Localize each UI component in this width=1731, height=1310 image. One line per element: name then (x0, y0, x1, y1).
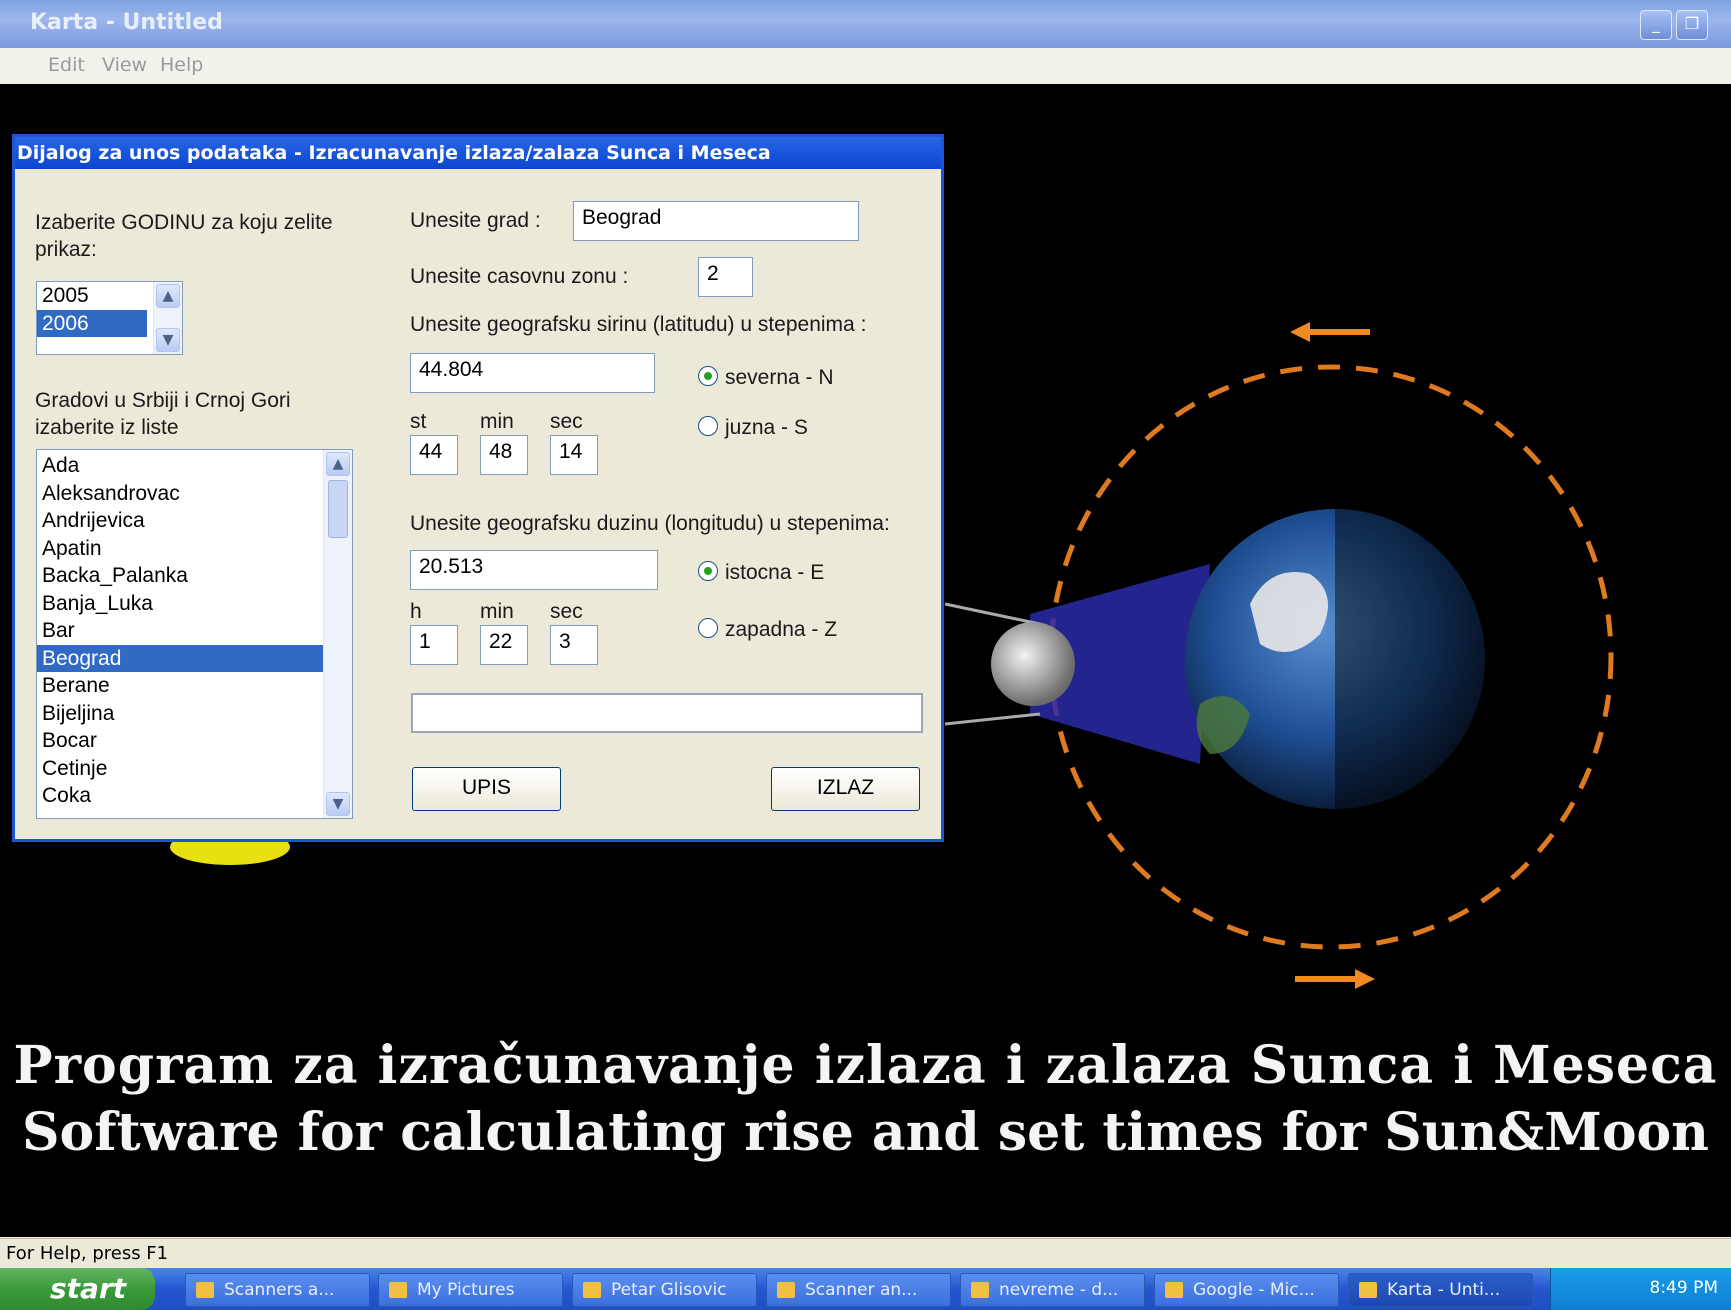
year-item-selected[interactable]: 2006 (37, 309, 147, 337)
task-button[interactable]: Google - Mic... (1154, 1273, 1339, 1307)
city-item-selected[interactable]: Beograd (37, 644, 323, 672)
scroll-thumb[interactable] (328, 480, 348, 538)
lon-sec-label: sec (550, 600, 583, 623)
lat-min-input[interactable]: 48 (480, 435, 528, 475)
orbit-arrow-bottom (1355, 969, 1375, 989)
city-item[interactable]: Bar (37, 617, 323, 645)
city-item[interactable]: Bocar (37, 727, 323, 755)
result-field[interactable] (411, 693, 923, 733)
city-item[interactable]: Banja_Luka (37, 590, 323, 618)
lat-deg-input[interactable]: 44 (410, 435, 458, 475)
window-title: Karta - Untitled (30, 10, 223, 35)
west-label: zapadna - Z (725, 618, 838, 641)
status-text: For Help, press F1 (6, 1243, 169, 1264)
menu-bar (0, 48, 1731, 85)
dialog-title: Dijalog za unos podataka - Izracunavanje… (17, 142, 771, 164)
radio-north[interactable] (698, 366, 718, 386)
browser-icon (1165, 1282, 1183, 1298)
menu-view[interactable]: View (102, 54, 147, 76)
city-item[interactable]: Backa_Palanka (37, 562, 323, 590)
caption-line-2: Software for calculating rise and set ti… (21, 1102, 1709, 1163)
folder-icon (583, 1282, 601, 1298)
clock: 8:49 PM (1649, 1278, 1719, 1298)
lon-min-input[interactable]: 22 (480, 625, 528, 665)
city-item[interactable]: Bijeljina (37, 700, 323, 728)
radio-east[interactable] (698, 561, 718, 581)
lon-h-label: h (410, 600, 422, 623)
scroll-down-icon[interactable]: ▼ (326, 792, 350, 816)
folder-icon (196, 1282, 214, 1298)
north-label: severna - N (725, 366, 834, 389)
radio-south[interactable] (698, 416, 718, 436)
minimize-button[interactable]: _ (1640, 10, 1672, 40)
menu-help[interactable]: Help (160, 54, 203, 76)
latitude-label: Unesite geografsku sirinu (latitudu) u s… (410, 313, 867, 336)
latitude-input[interactable]: 44.804 (410, 353, 655, 393)
east-label: istocna - E (725, 561, 825, 584)
upis-button[interactable]: UPIS (412, 767, 561, 811)
dialog-title-bar: Dijalog za unos podataka - Izracunavanje… (15, 137, 941, 169)
title-bar: Karta - Untitled _ ❐ (0, 0, 1731, 48)
city-item[interactable]: Ada (37, 452, 323, 480)
city-list-label: Gradovi u Srbiji i Crnoj Gori izaberite … (35, 389, 291, 439)
lon-min-label: min (480, 600, 514, 623)
timezone-label: Unesite casovnu zonu : (410, 265, 629, 288)
start-label: start (50, 1272, 127, 1305)
task-button-active[interactable]: Karta - Unti... (1348, 1273, 1533, 1307)
caption-block: Program za izračunavanje izlaza i zalaza… (0, 1035, 1731, 1163)
folder-icon (389, 1282, 407, 1298)
start-button[interactable]: start (0, 1268, 155, 1310)
app-icon (1359, 1282, 1377, 1298)
scroll-down-icon[interactable]: ▼ (156, 328, 180, 352)
system-tray: 8:49 PM (1550, 1268, 1731, 1310)
city-item[interactable]: Andrijevica (37, 507, 323, 535)
city-label: Unesite grad : (410, 209, 541, 232)
lon-sec-input[interactable]: 3 (550, 625, 598, 665)
city-item[interactable]: Aleksandrovac (37, 480, 323, 508)
scroll-up-icon[interactable]: ▲ (326, 452, 350, 476)
input-dialog: Dijalog za unos podataka - Izracunavanje… (12, 134, 944, 842)
lat-sec-input[interactable]: 14 (550, 435, 598, 475)
lat-deg-label: st (410, 410, 427, 433)
lat-min-label: min (480, 410, 514, 433)
task-button[interactable]: nevreme - d... (960, 1273, 1145, 1307)
task-button[interactable]: Petar Glisovic (572, 1273, 757, 1307)
city-item[interactable]: Coka (37, 782, 323, 810)
lat-sec-label: sec (550, 410, 583, 433)
task-button[interactable]: Scanner an... (766, 1273, 951, 1307)
radio-west[interactable] (698, 618, 718, 638)
scanner-icon (777, 1282, 795, 1298)
timezone-input[interactable]: 2 (698, 257, 753, 297)
south-label: juzna - S (725, 416, 808, 439)
year-scrollbar[interactable]: ▲ ▼ (153, 282, 182, 354)
orbit-arrow-top (1290, 322, 1310, 342)
longitude-input[interactable]: 20.513 (410, 550, 658, 590)
lon-h-input[interactable]: 1 (410, 625, 458, 665)
city-input[interactable]: Beograd (573, 201, 859, 241)
task-button[interactable]: My Pictures (378, 1273, 563, 1307)
year-label: Izaberite GODINU za koju zelite prikaz: (35, 211, 333, 261)
menu-edit[interactable]: Edit (48, 54, 85, 76)
status-bar: For Help, press F1 (0, 1238, 1731, 1269)
moon (991, 622, 1075, 706)
restore-button[interactable]: ❐ (1676, 10, 1708, 40)
city-listbox[interactable]: Ada Aleksandrovac Andrijevica Apatin Bac… (36, 449, 353, 819)
longitude-label: Unesite geografsku duzinu (longitudu) u … (410, 512, 890, 535)
image-icon (971, 1282, 989, 1298)
scroll-up-icon[interactable]: ▲ (156, 284, 180, 308)
city-item[interactable]: Cetinje (37, 755, 323, 783)
city-item[interactable]: Berane (37, 672, 323, 700)
year-listbox[interactable]: 2005 2006 ▲ ▼ (36, 281, 183, 355)
izlaz-button[interactable]: IZLAZ (771, 767, 920, 811)
city-scrollbar[interactable]: ▲ ▼ (323, 450, 352, 818)
task-button[interactable]: Scanners a... (185, 1273, 370, 1307)
caption-line-1: Program za izračunavanje izlaza i zalaza… (13, 1035, 1718, 1096)
city-item[interactable]: Apatin (37, 535, 323, 563)
